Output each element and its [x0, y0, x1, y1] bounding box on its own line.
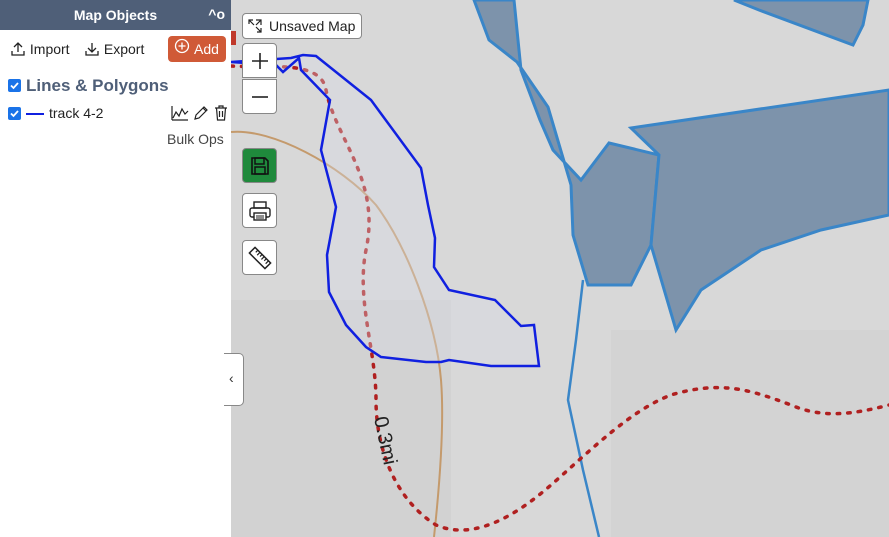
map-layer: 0.3mi — [231, 0, 889, 537]
zoom-in-button[interactable] — [242, 43, 277, 78]
panel-title: Map Objects — [73, 7, 158, 23]
trash-icon[interactable] — [212, 104, 230, 122]
print-button[interactable] — [242, 193, 277, 228]
expand-icon — [248, 19, 262, 33]
checkmark-icon — [10, 82, 19, 90]
map-objects-panel: Map Objects ^o Import Export Add Lines &… — [0, 0, 231, 537]
floppy-disk-icon — [250, 156, 269, 175]
upload-icon — [11, 41, 25, 56]
save-button[interactable] — [242, 148, 277, 183]
track-color-swatch — [26, 113, 44, 115]
export-button[interactable]: Export — [84, 36, 144, 62]
elevation-profile-icon[interactable] — [171, 104, 189, 122]
pencil-icon[interactable] — [192, 104, 210, 122]
chevron-left-icon: ‹ — [229, 370, 234, 386]
minus-icon — [251, 95, 268, 98]
measure-button[interactable] — [242, 240, 277, 275]
plus-circle-icon — [174, 38, 190, 54]
export-label: Export — [103, 41, 145, 57]
collapse-panel-button[interactable]: ^o — [208, 6, 225, 22]
import-button[interactable]: Import — [10, 36, 70, 62]
panel-toolbar: Import Export Add — [0, 36, 231, 62]
add-label: Add — [194, 41, 219, 57]
list-item: track 4-2 — [8, 104, 231, 124]
track-label[interactable]: track 4-2 — [49, 105, 103, 121]
plus-icon — [251, 52, 268, 69]
add-button[interactable]: Add — [168, 36, 226, 62]
download-icon — [85, 42, 99, 56]
track-checkbox[interactable] — [8, 107, 21, 120]
unsaved-map-button[interactable]: Unsaved Map — [242, 13, 362, 39]
map-canvas[interactable]: 0.3mi — [231, 0, 889, 537]
group-checkbox[interactable] — [8, 79, 21, 92]
unsaved-map-label: Unsaved Map — [269, 18, 356, 34]
import-label: Import — [29, 41, 70, 57]
zoom-out-button[interactable] — [242, 79, 277, 114]
group-label[interactable]: Lines & Polygons — [26, 76, 169, 96]
bulk-ops-link[interactable]: Bulk Ops — [167, 131, 224, 147]
sidebar-toggle-button[interactable]: ‹ — [224, 353, 244, 406]
panel-header: Map Objects ^o — [0, 0, 231, 30]
map-edge-marker — [231, 31, 236, 45]
checkmark-icon — [10, 110, 19, 118]
ruler-icon — [247, 245, 272, 270]
printer-icon — [248, 200, 271, 221]
